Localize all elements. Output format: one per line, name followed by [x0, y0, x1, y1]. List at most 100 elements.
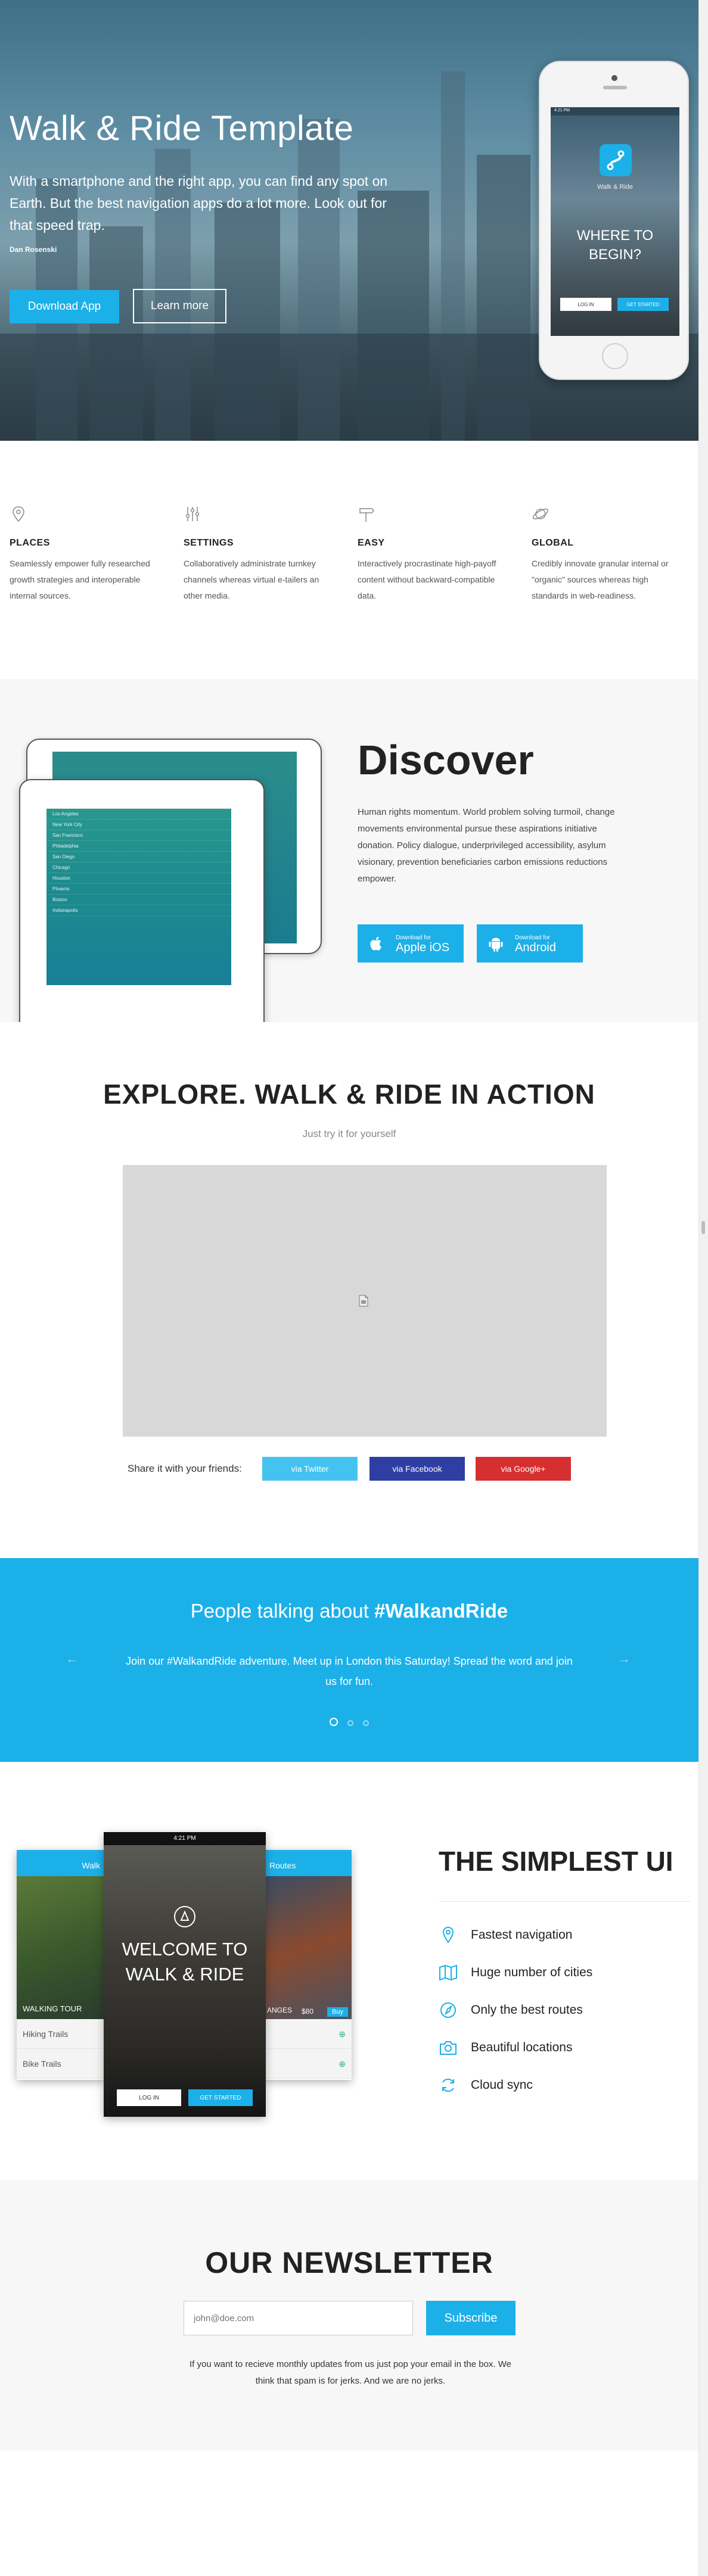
- phone-start-button: GET STARTED: [617, 298, 669, 311]
- left-phone-list: Hiking Trails Bike Trails: [17, 2019, 106, 2079]
- scrollbar-thumb[interactable]: [701, 1221, 705, 1234]
- feature-item-label: Cloud sync: [471, 2078, 533, 2092]
- list-item: ⊕: [263, 2049, 352, 2079]
- discover-description: Human rights momentum. World problem sol…: [358, 807, 615, 884]
- carousel-next-arrow[interactable]: →: [617, 1651, 631, 1667]
- simplest-ui-section: Walk WALKING TOUR Hiking Trails Bike Tra…: [0, 1762, 698, 2180]
- carousel-dot[interactable]: [347, 1720, 353, 1726]
- list-item: Hiking Trails: [17, 2019, 106, 2049]
- video-embed[interactable]: [123, 1165, 607, 1437]
- phone-question: WHERE TO BEGIN?: [576, 228, 654, 263]
- divider: [439, 1901, 690, 1902]
- email-field[interactable]: [184, 2301, 413, 2335]
- city-list-item: San Diego: [46, 852, 231, 862]
- android-small-label: Download for: [515, 934, 550, 941]
- testimonial-heading: People talking about #WalkandRide: [0, 1600, 698, 1622]
- center-phone-start-button: GET STARTED: [188, 2089, 253, 2106]
- download-app-button[interactable]: Download App: [10, 290, 119, 323]
- map-pin-icon: [442, 1926, 454, 1943]
- ios-small-label: Download for: [396, 934, 431, 941]
- app-logo-icon: [600, 144, 632, 176]
- hero-author: Dan Rosenski: [10, 245, 57, 254]
- left-phone-photo: WALKING TOUR: [17, 1876, 106, 2019]
- carousel-dots: [0, 1718, 698, 1729]
- share-twitter-button[interactable]: via Twitter: [262, 1457, 358, 1481]
- sliders-icon: [185, 507, 200, 521]
- tablet-search-bar: [46, 798, 231, 809]
- city-list-item: Los Angeles: [46, 809, 231, 820]
- share-facebook-button[interactable]: via Facebook: [369, 1457, 465, 1481]
- city-list-item: Indianapolis: [46, 905, 231, 916]
- city-list-item: Houston: [46, 873, 231, 884]
- discover-title: Discover: [358, 737, 534, 783]
- feature-title: EASY: [358, 538, 385, 548]
- feature-item-label: Beautiful locations: [471, 2041, 573, 2054]
- phone-login-button: LOG IN: [560, 298, 611, 311]
- testimonial-quote: Join our #WalkandRide adventure. Meet up…: [126, 1655, 573, 1687]
- feature-text: Seamlessly empower fully researched grow…: [10, 559, 150, 600]
- feature-item-label: Only the best routes: [471, 2003, 583, 2017]
- newsletter-section: OUR NEWSLETTER Subscribe If you want to …: [0, 2180, 698, 2450]
- plus-circle-icon: ⊕: [339, 2029, 346, 2039]
- feature-item-locations: Beautiful locations: [439, 2039, 592, 2076]
- compass-logo-icon: [174, 1906, 195, 1927]
- phone-speaker: [603, 86, 627, 89]
- carousel-prev-arrow[interactable]: ←: [66, 1651, 79, 1667]
- feature-item-cities: Huge number of cities: [439, 1964, 592, 2001]
- phone-home-button: [602, 343, 628, 369]
- share-google-button[interactable]: via Google+: [476, 1457, 571, 1481]
- testimonial-heading-prefix: People talking about: [190, 1600, 374, 1622]
- center-phone-login-button: LOG IN: [117, 2089, 181, 2106]
- plus-circle-icon: ⊕: [339, 2059, 346, 2069]
- simplest-ui-title: THE SIMPLEST UI: [439, 1846, 673, 1877]
- android-big-label: Android: [515, 940, 556, 954]
- explore-section: EXPLORE. WALK & RIDE IN ACTION Just try …: [0, 1022, 698, 1558]
- map-icon: [439, 1964, 457, 1981]
- carousel-dot-active[interactable]: [329, 1718, 338, 1726]
- feature-item-label: Fastest navigation: [471, 1928, 573, 1942]
- signpost-icon: [359, 508, 374, 522]
- testimonial-section: People talking about #WalkandRide ← Join…: [0, 1558, 698, 1762]
- android-icon: [489, 937, 503, 952]
- right-phone-photo: ANGES $80 Buy: [263, 1876, 352, 2019]
- sync-icon: [442, 2078, 454, 2092]
- left-phone-mockup: Walk WALKING TOUR Hiking Trails Bike Tra…: [17, 1850, 106, 2080]
- hero-lead: With a smartphone and the right app, you…: [10, 173, 388, 233]
- right-phone-label: ANGES: [267, 2006, 293, 2014]
- left-phone-overlay: WALKING TOUR: [23, 2004, 82, 2013]
- feature-item-sync: Cloud sync: [439, 2076, 592, 2114]
- hero-title: Walk & Ride Template: [10, 109, 354, 148]
- features-section: PLACES Seamlessly empower fully research…: [0, 441, 698, 679]
- hero-section: Walk & Ride Template With a smartphone a…: [0, 0, 698, 441]
- feature-settings: SETTINGS Collaboratively administrate tu…: [184, 505, 339, 604]
- city-list-item: Phoenix: [46, 884, 231, 895]
- download-ios-button[interactable]: Download for Apple iOS: [358, 924, 464, 963]
- feature-item-label: Huge number of cities: [471, 1966, 593, 1979]
- newsletter-note: If you want to recieve monthly updates f…: [190, 2359, 511, 2386]
- page-scrollbar[interactable]: [698, 0, 708, 2576]
- simplest-ui-feature-list: Fastest navigation Huge number of cities…: [439, 1926, 592, 2114]
- tablet-front-screen: Los Angeles New York City San Francisco …: [46, 798, 231, 985]
- list-item: Bike Trails: [17, 2049, 106, 2079]
- tablet-city-list: Los Angeles New York City San Francisco …: [46, 809, 231, 916]
- center-phone-photo: WELCOME TO WALK & RIDE LOG IN GET STARTE…: [104, 1845, 266, 2117]
- right-phone-buy-button: Buy: [327, 2007, 348, 2017]
- carousel-dot[interactable]: [363, 1720, 369, 1726]
- explore-title: EXPLORE. WALK & RIDE IN ACTION: [103, 1079, 595, 1110]
- download-android-button[interactable]: Download for Android: [477, 924, 583, 963]
- feature-title: GLOBAL: [532, 538, 574, 548]
- newsletter-title: OUR NEWSLETTER: [205, 2246, 493, 2279]
- feature-text: Collaboratively administrate turnkey cha…: [184, 559, 319, 600]
- subscribe-button[interactable]: Subscribe: [426, 2301, 516, 2335]
- learn-more-button[interactable]: Learn more: [133, 289, 226, 323]
- feature-title: SETTINGS: [184, 538, 234, 548]
- left-phone-header: Walk: [17, 1850, 106, 1876]
- center-phone-mockup: 4:21 PM WELCOME TO WALK & RIDE LOG IN GE…: [104, 1832, 266, 2117]
- feature-item-navigation: Fastest navigation: [439, 1926, 592, 1964]
- right-phone-list: ⊕ ⊕: [263, 2019, 352, 2079]
- discover-section: Los Angeles New York City San Francisco …: [0, 679, 698, 1039]
- explore-subtitle: Just try it for yourself: [302, 1128, 396, 1139]
- city-list-item: Boston: [46, 895, 231, 905]
- center-phone-welcome: WELCOME TO WALK & RIDE: [122, 1939, 248, 1985]
- phone-status-bar: 4:21 PM: [551, 107, 679, 116]
